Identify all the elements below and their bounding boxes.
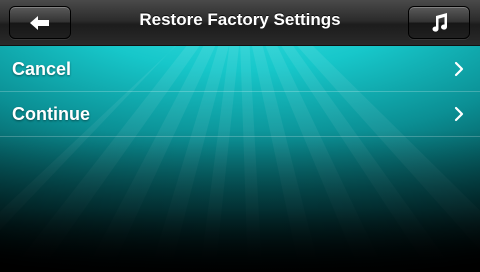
back-arrow-icon — [30, 15, 49, 30]
chevron-right-icon — [454, 61, 464, 77]
header-bar: Restore Factory Settings — [0, 0, 480, 46]
back-button[interactable] — [9, 6, 71, 39]
cancel-item[interactable]: Cancel — [0, 47, 480, 92]
music-button[interactable] — [408, 6, 470, 39]
menu-item-label: Cancel — [12, 59, 72, 79]
page-title: Restore Factory Settings — [139, 10, 341, 29]
continue-item[interactable]: Continue — [0, 92, 480, 137]
restore-factory-settings-screen: Restore Factory Settings Cancel Continue — [0, 0, 480, 272]
menu-item-label: Continue — [12, 104, 90, 124]
chevron-right-icon — [454, 106, 464, 122]
options-list: Cancel Continue — [0, 47, 480, 137]
music-note-icon — [432, 12, 448, 32]
